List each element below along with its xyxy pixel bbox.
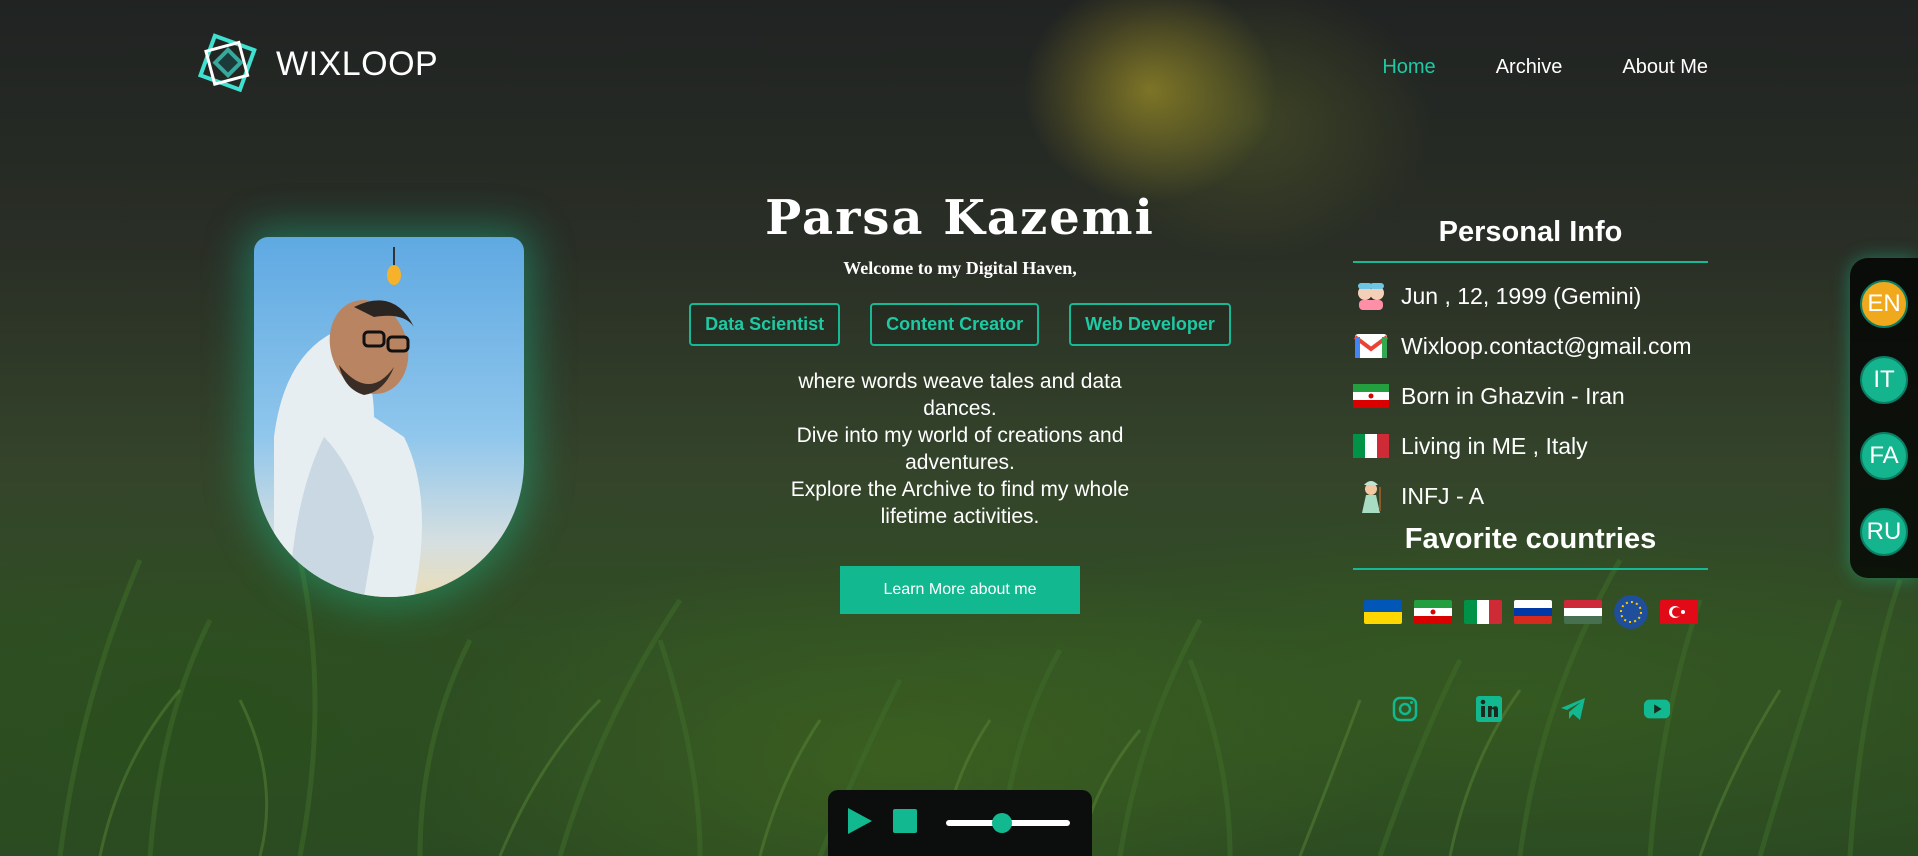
volume-slider-knob[interactable] xyxy=(991,813,1012,833)
favorite-countries-title: Favorite countries xyxy=(1353,523,1708,570)
personal-info-panel: Personal Info Jun , 12, 1999 (Gemini) Wi… xyxy=(1353,216,1708,723)
birthday-text: Jun , 12, 1999 (Gemini) xyxy=(1401,282,1642,309)
audio-player xyxy=(828,790,1092,856)
telegram-icon[interactable] xyxy=(1559,695,1587,723)
youtube-icon[interactable] xyxy=(1643,695,1671,723)
info-row-birthday: Jun , 12, 1999 (Gemini) xyxy=(1353,279,1708,313)
info-row-born: Born in Ghazvin - Iran xyxy=(1353,379,1708,413)
email-text: Wixloop.contact@gmail.com xyxy=(1401,332,1692,359)
linkedin-icon[interactable] xyxy=(1475,695,1503,723)
gmail-icon xyxy=(1353,331,1389,361)
favorite-flags xyxy=(1353,595,1708,629)
nav-about-me[interactable]: About Me xyxy=(1622,56,1708,79)
iran-flag-icon xyxy=(1353,381,1389,411)
lang-en-button[interactable]: EN xyxy=(1860,280,1908,328)
profile-photo xyxy=(254,237,524,597)
lang-fa-button[interactable]: FA xyxy=(1860,432,1908,480)
living-text: Living in ME , Italy xyxy=(1401,432,1588,459)
gemini-twins-icon xyxy=(1353,281,1389,311)
role-badge: Data Scientist xyxy=(689,303,841,346)
tagline-line: Dive into my world of creations and adve… xyxy=(796,424,1124,474)
turkey-flag-icon xyxy=(1659,600,1698,624)
hero-section: Parsa Kazemi Welcome to my Digital Haven… xyxy=(610,190,1310,614)
brand-name: WIXLOOP xyxy=(276,44,439,83)
personal-info-title: Personal Info xyxy=(1353,216,1708,263)
lang-it-button[interactable]: IT xyxy=(1860,356,1908,404)
born-text: Born in Ghazvin - Iran xyxy=(1401,382,1625,409)
social-links xyxy=(1353,695,1708,723)
mage-icon xyxy=(1353,481,1389,513)
lang-ru-button[interactable]: RU xyxy=(1860,508,1908,556)
brand-logo[interactable]: WIXLOOP xyxy=(192,28,438,100)
iran-flag-icon xyxy=(1413,600,1452,624)
main-nav: Home Archive About Me xyxy=(1382,56,1708,79)
language-switcher: EN IT FA RU xyxy=(1850,258,1918,578)
play-icon[interactable] xyxy=(846,806,874,841)
info-row-email[interactable]: Wixloop.contact@gmail.com xyxy=(1353,329,1708,363)
italy-flag-icon xyxy=(1463,600,1502,624)
roles-list: Data Scientist Content Creator Web Devel… xyxy=(610,303,1310,346)
volume-slider[interactable] xyxy=(946,813,1070,833)
nav-home[interactable]: Home xyxy=(1382,56,1435,79)
info-row-personality: INFJ - A xyxy=(1353,479,1708,513)
personality-text: INFJ - A xyxy=(1401,482,1485,509)
wixloop-logo-icon xyxy=(192,28,264,100)
learn-more-button[interactable]: Learn More about me xyxy=(840,566,1080,614)
nav-archive[interactable]: Archive xyxy=(1496,56,1563,79)
tagline-line: Explore the Archive to find my whole lif… xyxy=(790,478,1130,528)
russia-flag-icon xyxy=(1513,600,1552,624)
tagline-line: where words weave tales and data dances. xyxy=(798,370,1122,420)
hero-tagline: where words weave tales and data dances.… xyxy=(760,368,1160,530)
eu-flag-icon xyxy=(1613,595,1648,629)
instagram-icon[interactable] xyxy=(1391,695,1419,723)
ukraine-flag-icon xyxy=(1363,600,1402,624)
role-badge: Content Creator xyxy=(870,303,1040,346)
hungary-flag-icon xyxy=(1563,600,1602,624)
italy-flag-icon xyxy=(1353,431,1389,461)
stop-icon[interactable] xyxy=(892,808,918,839)
role-badge: Web Developer xyxy=(1069,303,1231,346)
info-row-living: Living in ME , Italy xyxy=(1353,429,1708,463)
hero-name: Parsa Kazemi xyxy=(765,190,1155,246)
hero-welcome: Welcome to my Digital Haven, xyxy=(843,258,1077,278)
